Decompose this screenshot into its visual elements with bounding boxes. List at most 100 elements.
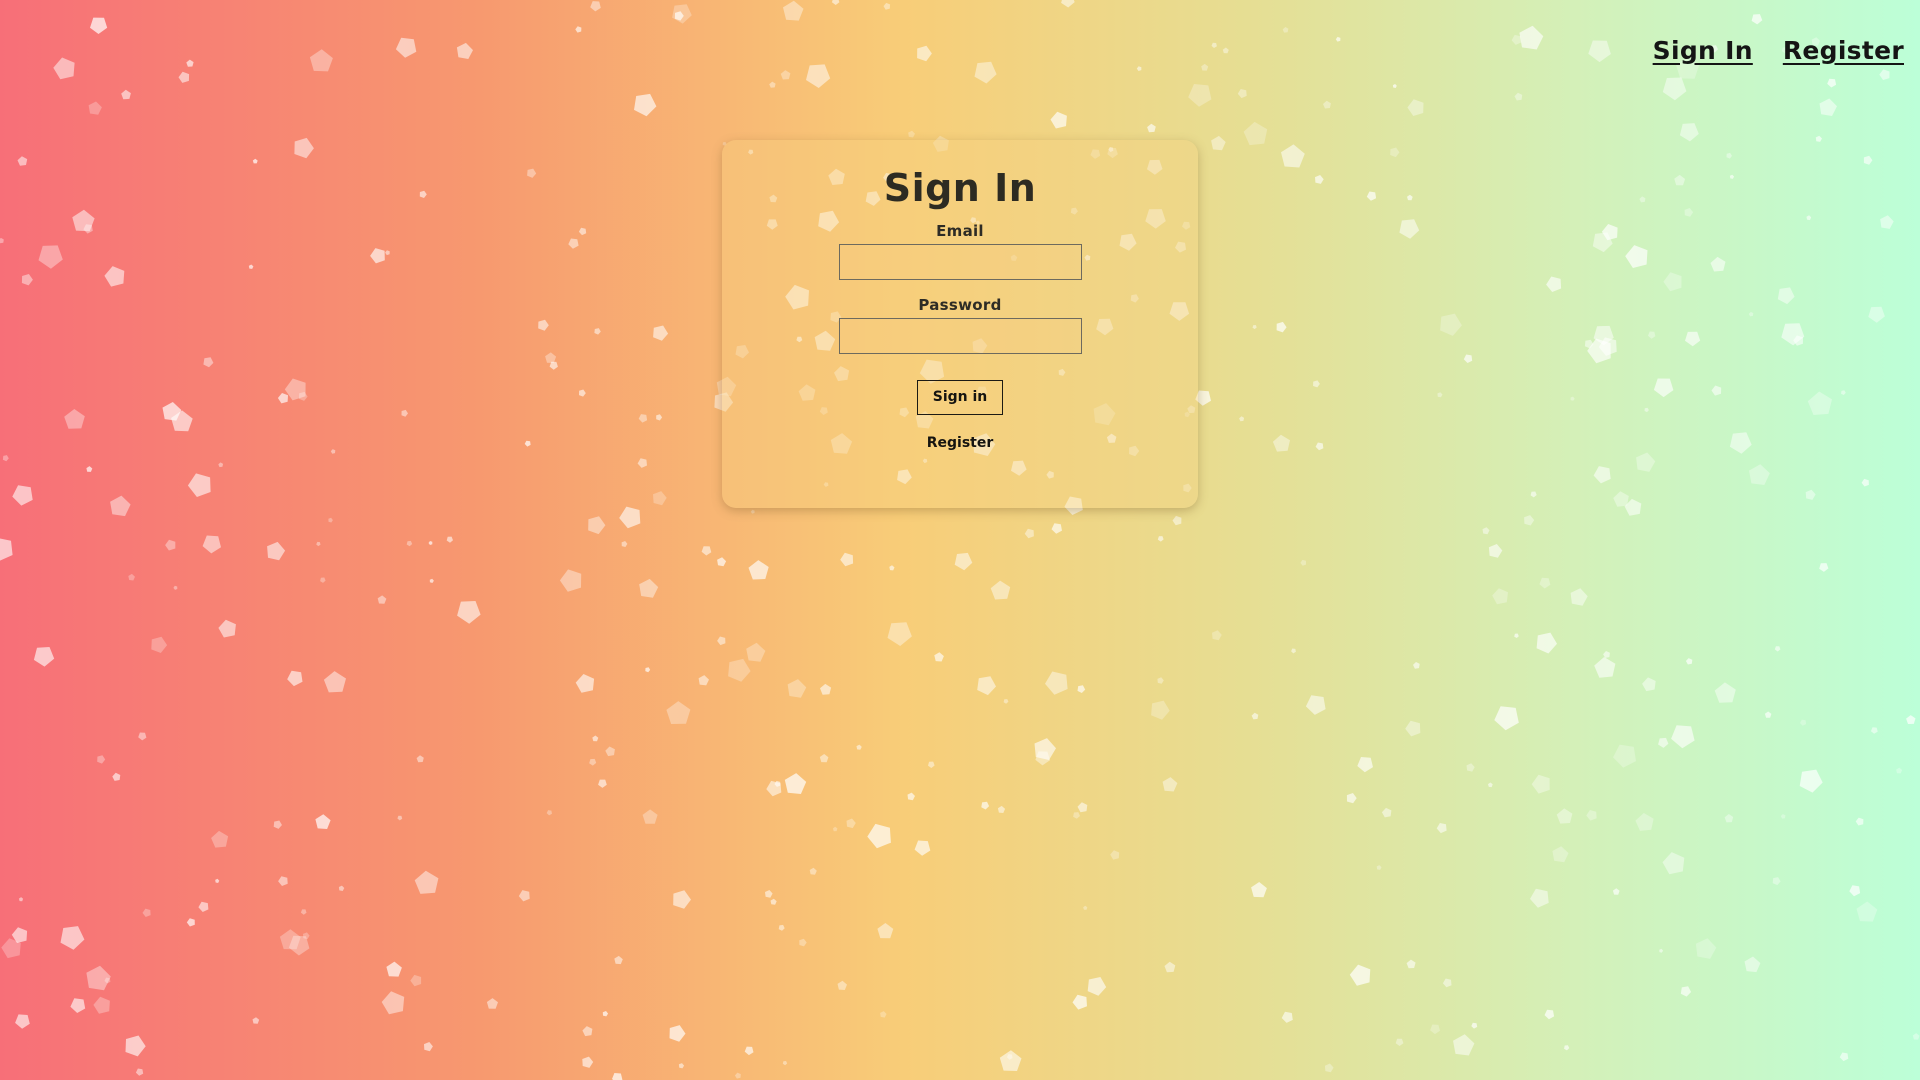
confetti-pentagon xyxy=(770,898,777,905)
confetti-pentagon xyxy=(320,577,326,583)
confetti-pentagon xyxy=(588,516,606,535)
confetti-pentagon xyxy=(121,89,131,100)
confetti-pentagon xyxy=(1625,245,1648,268)
confetti-pentagon xyxy=(1437,392,1443,398)
confetti-pentagon xyxy=(981,801,990,810)
confetti-pentagon xyxy=(1659,948,1664,953)
confetti-pentagon xyxy=(672,4,692,24)
confetti-pentagon xyxy=(1751,14,1763,25)
password-field[interactable] xyxy=(838,317,1082,354)
confetti-pentagon xyxy=(1239,416,1245,422)
confetti-pentagon xyxy=(138,732,147,741)
email-field[interactable] xyxy=(838,243,1082,280)
confetti-pentagon xyxy=(1530,491,1537,498)
confetti-pentagon xyxy=(787,679,807,698)
confetti-pentagon xyxy=(1151,700,1170,720)
confetti-pentagon xyxy=(1613,491,1629,507)
confetti-pentagon xyxy=(428,541,433,545)
confetti-pentagon xyxy=(1407,194,1413,201)
confetti-pentagon xyxy=(1819,98,1837,116)
confetti-pentagon xyxy=(1357,757,1373,773)
confetti-pentagon xyxy=(218,619,236,638)
confetti-pentagon xyxy=(97,755,106,764)
confetti-pentagon xyxy=(1868,306,1885,323)
confetti-pentagon xyxy=(1749,464,1770,485)
email-label: Email xyxy=(936,221,984,240)
confetti-pentagon xyxy=(1315,175,1324,184)
confetti-pentagon xyxy=(1544,1009,1555,1020)
confetti-pentagon xyxy=(1653,378,1674,398)
confetti-pentagon xyxy=(83,224,93,234)
confetti-pentagon xyxy=(186,918,195,927)
confetti-pentagon xyxy=(1564,1045,1570,1051)
confetti-pentagon xyxy=(273,820,282,829)
confetti-pentagon xyxy=(1624,498,1642,516)
confetti-pentagon xyxy=(518,890,530,902)
confetti-pentagon xyxy=(784,773,807,794)
confetti-pentagon xyxy=(1494,706,1519,731)
confetti-pentagon xyxy=(974,61,997,84)
confetti-pentagon xyxy=(288,935,310,956)
confetti-pentagon xyxy=(1051,523,1062,534)
confetti-pentagon xyxy=(782,1061,788,1066)
nav-sign-in-link[interactable]: Sign In xyxy=(1653,36,1753,65)
confetti-pentagon xyxy=(578,227,587,236)
confetti-pentagon xyxy=(1281,1011,1293,1023)
confetti-pentagon xyxy=(639,578,659,598)
confetti-pentagon xyxy=(1514,92,1523,101)
confetti-pentagon xyxy=(774,780,781,787)
confetti-pentagon xyxy=(582,1056,594,1068)
confetti-pentagon xyxy=(1714,682,1736,703)
confetti-pentagon xyxy=(1212,630,1222,641)
confetti-pentagon xyxy=(1912,1033,1920,1040)
confetti-pentagon xyxy=(1774,646,1781,652)
confetti-pentagon xyxy=(1157,677,1164,684)
confetti-pentagon xyxy=(1648,331,1656,339)
confetti-pentagon xyxy=(1674,174,1686,186)
confetti-pentagon xyxy=(614,955,623,965)
confetti-pentagon xyxy=(218,462,224,468)
confetti-pentagon xyxy=(1313,380,1320,388)
confetti-pentagon xyxy=(1440,313,1462,336)
confetti-pentagon xyxy=(1536,632,1557,654)
confetti-pentagon xyxy=(1587,338,1611,364)
confetti-pentagon xyxy=(1777,287,1795,305)
confetti-pentagon xyxy=(1073,812,1080,819)
confetti-pentagon xyxy=(717,636,726,646)
confetti-pentagon xyxy=(1613,744,1636,768)
register-link[interactable]: Register xyxy=(927,435,994,451)
confetti-pentagon xyxy=(456,42,473,59)
confetti-pentagon xyxy=(386,961,402,977)
confetti-pentagon xyxy=(602,1011,609,1017)
confetti-pentagon xyxy=(1272,434,1290,452)
confetti-pentagon xyxy=(1045,671,1068,695)
confetti-pentagon xyxy=(1276,321,1287,333)
confetti-pentagon xyxy=(1061,0,1075,8)
confetti-pentagon xyxy=(110,495,131,517)
confetti-pentagon xyxy=(1863,155,1873,165)
confetti-pentagon xyxy=(1849,885,1861,897)
confetti-pentagon xyxy=(559,569,582,592)
confetti-pentagon xyxy=(1642,677,1656,692)
sign-in-card: Sign In Email Password Sign in Register xyxy=(722,140,1198,508)
confetti-pentagon xyxy=(1524,515,1535,526)
confetti-pentagon xyxy=(748,560,769,580)
confetti-pentagon xyxy=(0,538,13,561)
confetti-pentagon xyxy=(277,393,288,404)
confetti-pentagon xyxy=(1511,34,1522,45)
confetti-pentagon xyxy=(1006,1054,1013,1060)
sign-in-button[interactable]: Sign in xyxy=(917,379,1003,415)
confetti-pentagon xyxy=(112,772,121,781)
confetti-pentagon xyxy=(840,552,854,567)
confetti-pentagon xyxy=(284,378,306,401)
confetti-pentagon xyxy=(330,449,336,454)
nav-register-link[interactable]: Register xyxy=(1783,36,1904,65)
confetti-pentagon xyxy=(406,540,413,547)
confetti-pentagon xyxy=(638,414,648,423)
confetti-pentagon xyxy=(1346,793,1357,804)
confetti-pentagon xyxy=(1603,651,1610,658)
confetti-pentagon xyxy=(1781,323,1805,346)
confetti-pentagon xyxy=(1710,256,1726,272)
confetti-pentagon xyxy=(575,674,595,693)
confetti-pentagon xyxy=(1305,695,1326,715)
